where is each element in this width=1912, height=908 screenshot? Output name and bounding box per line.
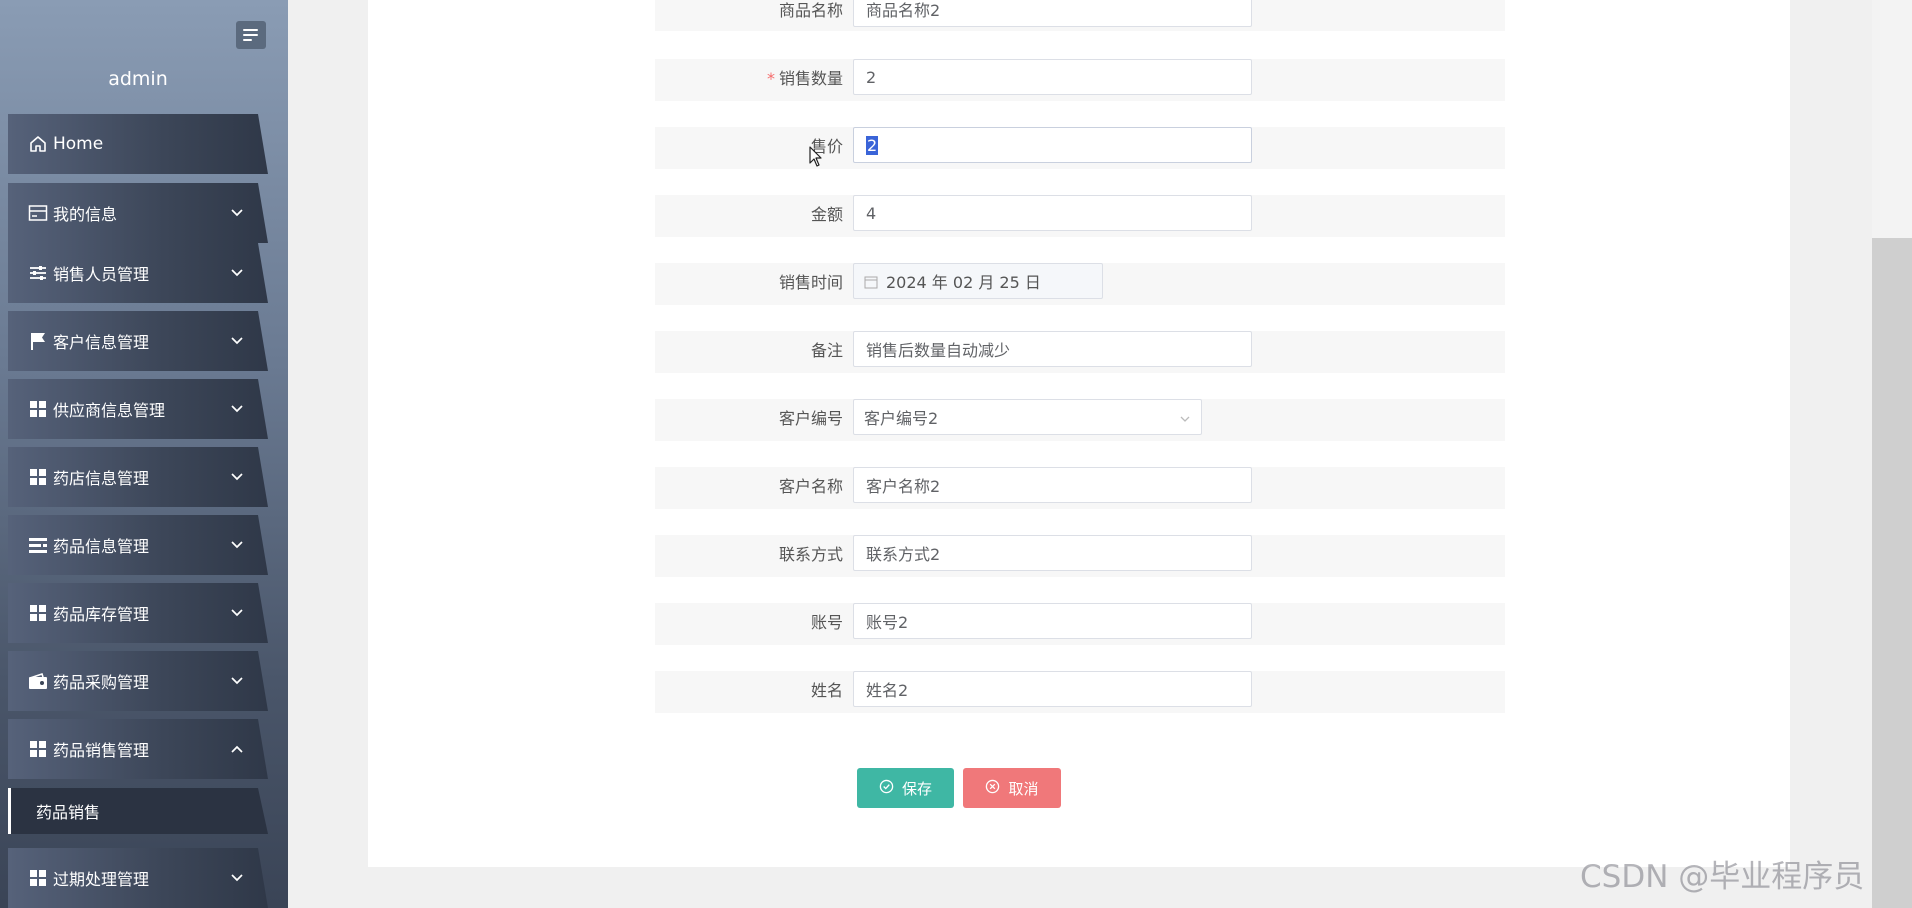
chevron-down-icon xyxy=(226,262,248,284)
label-remark: 备注 xyxy=(810,341,843,360)
sales-time-datepicker[interactable]: 2024 年 02 月 25 日 xyxy=(853,263,1103,299)
sidebar-item-sales-staff[interactable]: 销售人员管理 xyxy=(8,243,268,303)
grid-icon xyxy=(27,602,49,624)
field-value: 联系方式2 xyxy=(866,545,941,564)
field-value: 4 xyxy=(866,203,877,223)
label-customer-id: 客户编号 xyxy=(778,409,843,428)
card-icon xyxy=(27,202,49,224)
label-sales-quantity: * 销售数量 xyxy=(643,69,843,89)
sidebar-item-home[interactable]: Home xyxy=(8,114,268,174)
save-button[interactable]: 保存 xyxy=(857,768,954,808)
remark-input[interactable]: 销售后数量自动减少 xyxy=(853,331,1252,367)
grid-icon xyxy=(27,867,49,889)
wallet-icon xyxy=(27,670,49,692)
label-sales-time: 销售时间 xyxy=(778,273,843,292)
grid-icon xyxy=(27,466,49,488)
account-input[interactable]: 账号2 xyxy=(853,603,1252,639)
price-input[interactable]: 2 xyxy=(853,127,1252,163)
chevron-down-icon xyxy=(226,466,248,488)
close-circle-icon xyxy=(985,779,1000,798)
flag-icon xyxy=(27,330,49,352)
field-value: 客户名称2 xyxy=(866,477,941,496)
sidebar-item-customer-info[interactable]: 客户信息管理 xyxy=(8,311,268,371)
required-mark: * xyxy=(766,69,775,88)
sidebar-item-drug-sales[interactable]: 药品销售管理 xyxy=(8,719,268,779)
chevron-up-icon xyxy=(226,738,248,760)
grid-icon xyxy=(27,398,49,420)
sidebar-item-supplier-info[interactable]: 供应商信息管理 xyxy=(8,379,268,439)
cancel-label: 取消 xyxy=(1008,779,1039,798)
cancel-button[interactable]: 取消 xyxy=(963,768,1061,808)
label-amount: 金额 xyxy=(810,205,843,224)
sidebar-item-drug-stock[interactable]: 药品库存管理 xyxy=(8,583,268,643)
sidebar: admin Home 我的信息 销售人员管理 客户信息管理 供应商信息管理 药店… xyxy=(0,0,288,908)
customer-name-input[interactable]: 客户名称2 xyxy=(853,467,1252,503)
sidebar-item-drug-purchase[interactable]: 药品采购管理 xyxy=(8,651,268,711)
chevron-down-icon xyxy=(226,670,248,692)
field-value: 商品名称2 xyxy=(866,1,941,20)
label-text: 销售数量 xyxy=(778,69,843,88)
label-product-name: 商品名称 xyxy=(778,1,843,20)
full-name-input[interactable]: 姓名2 xyxy=(853,671,1252,707)
product-name-input[interactable]: 商品名称2 xyxy=(853,0,1252,27)
amount-input[interactable]: 4 xyxy=(853,195,1252,231)
field-value: 账号2 xyxy=(866,613,909,632)
check-circle-icon xyxy=(879,779,894,798)
save-label: 保存 xyxy=(901,779,932,798)
field-value: 销售后数量自动减少 xyxy=(866,341,1011,360)
chevron-down-icon xyxy=(226,398,248,420)
watermark: CSDN @毕业程序员 xyxy=(1580,859,1865,895)
grid-icon xyxy=(27,738,49,760)
sidebar-item-drug-info[interactable]: 药品信息管理 xyxy=(8,515,268,575)
sliders-icon xyxy=(27,262,49,284)
mouse-cursor-icon xyxy=(809,146,823,168)
label-full-name: 姓名 xyxy=(810,681,843,700)
chevron-down-icon xyxy=(226,202,248,224)
calendar-icon xyxy=(864,274,878,289)
sidebar-subitem-drug-sales[interactable]: 药品销售 xyxy=(8,788,268,834)
scrollbar-thumb[interactable] xyxy=(1872,238,1912,908)
selected-text: 2 xyxy=(866,135,879,155)
list-icon xyxy=(27,534,49,556)
username: admin xyxy=(108,68,168,90)
field-value: 2024 年 02 月 25 日 xyxy=(886,273,1041,292)
field-value: 姓名2 xyxy=(866,681,909,700)
chevron-down-icon xyxy=(226,534,248,556)
home-icon xyxy=(27,133,49,155)
sidebar-item-expiry[interactable]: 过期处理管理 xyxy=(8,848,268,908)
chevron-down-icon xyxy=(226,602,248,624)
customer-id-select[interactable]: 客户编号2 xyxy=(853,399,1202,435)
label-account: 账号 xyxy=(810,613,843,632)
contact-input[interactable]: 联系方式2 xyxy=(853,535,1252,571)
sidebar-item-pharmacy-info[interactable]: 药店信息管理 xyxy=(8,447,268,507)
sidebar-item-my-info[interactable]: 我的信息 xyxy=(8,183,268,243)
sidebar-subitem-label: 药品销售 xyxy=(36,803,101,822)
menu-toggle-icon[interactable] xyxy=(236,21,266,49)
label-customer-name: 客户名称 xyxy=(778,477,843,496)
chevron-down-icon xyxy=(226,330,248,352)
chevron-down-icon xyxy=(1179,408,1191,427)
field-value: 2 xyxy=(866,67,877,87)
sales-quantity-input[interactable]: 2 xyxy=(853,59,1252,95)
chevron-down-icon xyxy=(226,867,248,889)
field-value: 客户编号2 xyxy=(864,409,939,428)
label-contact: 联系方式 xyxy=(778,545,843,564)
